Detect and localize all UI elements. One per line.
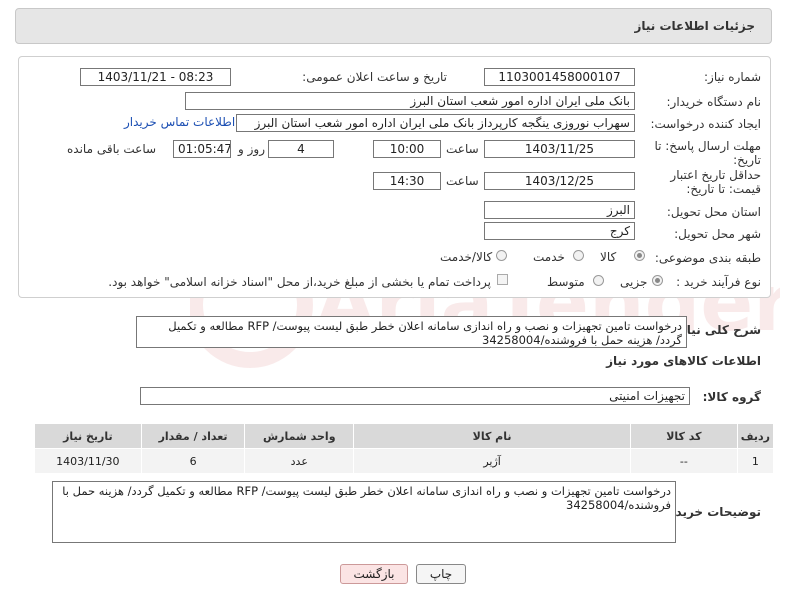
announce-datetime-field: 1403/11/21 - 08:23 — [80, 68, 231, 86]
treasury-payment-note: پرداخت تمام یا بخشی از مبلغ خرید،از محل … — [108, 275, 491, 289]
need-number-field: 1103001458000107 — [484, 68, 635, 86]
process-medium-label: متوسط — [547, 275, 585, 289]
cell-item-code: -- — [630, 448, 738, 474]
goods-table: تاریخ نیاز تعداد / مقدار واحد شمارش نام … — [34, 423, 775, 474]
col-unit: واحد شمارش — [244, 423, 355, 449]
process-type-label: نوع فرآیند خرید : — [676, 275, 761, 289]
col-item-name: نام کالا — [353, 423, 631, 449]
category-goods-service-radio[interactable] — [496, 250, 507, 261]
cell-row-number: 1 — [736, 448, 775, 474]
cell-item-name: آژیر — [353, 448, 631, 474]
category-service-radio[interactable] — [573, 250, 584, 261]
cell-unit: عدد — [244, 448, 355, 474]
cell-need-date: 1403/11/30 — [34, 448, 142, 474]
days-label: روز و — [238, 142, 265, 156]
category-service-label: خدمت — [533, 250, 565, 264]
col-quantity: تعداد / مقدار — [140, 423, 246, 449]
city-label: شهر محل تحویل: — [674, 227, 761, 241]
general-desc-label: شرح کلی نیاز: — [675, 323, 761, 337]
process-medium-radio[interactable] — [593, 275, 604, 286]
goods-group-label: گروه کالا: — [702, 390, 761, 404]
buyer-org-label: نام دستگاه خریدار: — [666, 95, 762, 109]
validity-time-field: 14:30 — [373, 172, 441, 190]
col-need-date: تاریخ نیاز — [34, 423, 142, 449]
category-goods-label: کالا — [600, 250, 617, 264]
remaining-time-field: 01:05:47 — [173, 140, 231, 158]
buyer-org-field: بانک ملی ایران اداره امور شعب استان البر… — [185, 92, 635, 110]
page-header: جزئیات اطلاعات نیاز — [15, 8, 772, 44]
price-validity-label: حداقل تاریخ اعتبار قیمت: تا تاریخ: — [670, 168, 761, 196]
reply-deadline-label: مهلت ارسال پاسخ: تا تاریخ: — [654, 139, 761, 167]
table-row[interactable]: 1403/11/30 6 عدد آژیر -- 1 — [34, 448, 775, 474]
reply-time-field: 10:00 — [373, 140, 441, 158]
requester-field: سهراب نوروزی ینگجه کارپرداز بانک ملی ایر… — [236, 114, 635, 132]
col-row-number: ردیف — [736, 423, 775, 449]
validity-time-label: ساعت — [446, 174, 479, 188]
reply-date-field: 1403/11/25 — [484, 140, 635, 158]
print-button[interactable]: چاپ — [416, 564, 466, 584]
reply-time-label: ساعت — [446, 142, 479, 156]
requester-label: ایجاد کننده درخواست: — [650, 117, 761, 131]
back-button[interactable]: بازگشت — [340, 564, 408, 584]
buyer-notes-textarea[interactable]: درخواست تامین تجهیزات و نصب و راه اندازی… — [52, 481, 676, 543]
province-label: استان محل تحویل: — [666, 205, 761, 219]
treasury-payment-checkbox[interactable] — [497, 274, 508, 285]
process-minor-label: جزیی — [620, 275, 648, 289]
process-minor-radio[interactable] — [652, 275, 663, 286]
days-remaining-field: 4 — [268, 140, 334, 158]
validity-date-field: 1403/12/25 — [484, 172, 635, 190]
buyer-contact-link[interactable]: اطلاعات تماس خریدار — [124, 115, 235, 129]
general-desc-textarea[interactable]: درخواست تامین تجهیزات و نصب و راه اندازی… — [136, 316, 687, 348]
need-number-label: شماره نیاز: — [704, 70, 761, 84]
col-item-code: کد کالا — [630, 423, 738, 449]
announce-datetime-label: تاریخ و ساعت اعلان عمومی: — [302, 70, 447, 84]
page-title: جزئیات اطلاعات نیاز — [634, 19, 755, 33]
goods-group-field: تجهیزات امنیتی — [140, 387, 690, 405]
category-goods-service-label: کالا/خدمت — [440, 250, 493, 264]
remaining-label: ساعت باقی مانده — [67, 142, 157, 156]
cell-quantity: 6 — [140, 448, 246, 474]
goods-table-header: تاریخ نیاز تعداد / مقدار واحد شمارش نام … — [34, 423, 775, 449]
province-field: البرز — [484, 201, 635, 219]
category-goods-radio[interactable] — [634, 250, 645, 261]
category-label: طبقه بندی موضوعی: — [654, 251, 761, 265]
city-field: کرج — [484, 222, 635, 240]
goods-info-heading: اطلاعات کالاهای مورد نیاز — [606, 354, 761, 368]
